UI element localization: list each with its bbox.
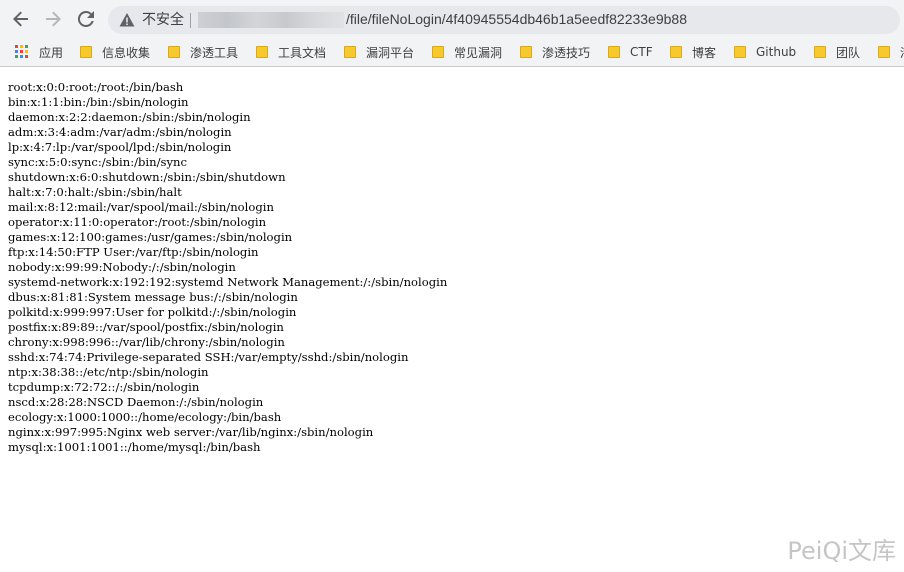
content-line: nginx:x:997:995:Nginx web server:/var/li…: [8, 425, 374, 439]
reload-button[interactable]: [75, 8, 97, 30]
bookmark-folder[interactable]: CTF: [608, 44, 653, 60]
folder-icon: [520, 46, 532, 58]
content-line: nscd:x:28:28:NSCD Daemon:/:/sbin/nologin: [8, 395, 264, 409]
url-host-redacted: [198, 12, 344, 28]
bookmark-label: Github: [756, 45, 797, 59]
folder-icon: [256, 46, 268, 58]
content-line: dbus:x:81:81:System message bus:/:/sbin/…: [8, 290, 298, 304]
folder-icon: [432, 46, 444, 58]
folder-icon: [878, 46, 890, 58]
content-line: lp:x:4:7:lp:/var/spool/lpd:/sbin/nologin: [8, 140, 232, 154]
content-line: mysql:x:1001:1001::/home/mysql:/bin/bash: [8, 440, 261, 454]
arrow-left-icon: [13, 11, 28, 27]
folder-icon: [814, 46, 826, 58]
bookmark-folder[interactable]: 常见漏洞: [432, 44, 502, 60]
content-line: ftp:x:14:50:FTP User:/var/ftp:/sbin/nolo…: [8, 245, 259, 259]
warning-triangle-icon: [119, 13, 135, 27]
content-line: sync:x:5:0:sync:/sbin:/bin/sync: [8, 155, 187, 169]
folder-icon: [168, 46, 180, 58]
bookmark-label: 信息收集: [102, 45, 151, 60]
bookmarks-bar: 应用 信息收集 渗透工具 工具文档 漏洞平台 常见漏洞 渗透技巧 CTF 博客 …: [0, 38, 904, 67]
bookmark-label: 渗透技巧: [542, 45, 591, 60]
bookmark-label: 应用: [39, 45, 64, 60]
content-line: systemd-network:x:192:192:systemd Networ…: [8, 275, 448, 289]
folder-icon: [80, 46, 92, 58]
content-line: shutdown:x:6:0:shutdown:/sbin:/sbin/shut…: [8, 170, 286, 184]
address-bar[interactable]: 不安全 /file/fileNoLogin/4f40945554db46b1a5…: [108, 6, 900, 34]
folder-icon: [734, 46, 746, 58]
folder-icon: [344, 46, 356, 58]
content-line: daemon:x:2:2:daemon:/sbin:/sbin/nologin: [8, 110, 251, 124]
bookmark-label: 博客: [692, 45, 717, 60]
watermark: PeiQi文库: [787, 537, 896, 565]
reload-icon: [78, 11, 94, 27]
content-line: nobody:x:99:99:Nobody:/:/sbin/nologin: [8, 260, 236, 274]
content-line: postfix:x:89:89::/var/spool/postfix:/sbi…: [8, 320, 284, 334]
url-path[interactable]: /file/fileNoLogin/4f40945554db46b1a5eedf…: [346, 10, 687, 29]
content-line: halt:x:7:0:halt:/sbin:/sbin/halt: [8, 185, 182, 199]
bookmark-label: 渗: [900, 44, 904, 61]
content-line: mail:x:8:12:mail:/var/spool/mail:/sbin/n…: [8, 200, 274, 214]
bookmark-label: 渗透工具: [190, 45, 239, 60]
bookmark-folder[interactable]: 团队: [814, 44, 860, 60]
apps-grid-icon: [15, 45, 29, 59]
bookmark-folder[interactable]: 漏洞平台: [344, 44, 414, 60]
back-button[interactable]: [10, 8, 32, 30]
content-line: operator:x:11:0:operator:/root:/sbin/nol…: [8, 215, 267, 229]
bookmark-label: CTF: [630, 45, 653, 59]
bookmark-label: 漏洞平台: [366, 45, 415, 60]
bookmark-folder[interactable]: 渗透技巧: [520, 44, 590, 60]
url-divider: [190, 13, 191, 28]
bookmark-folder[interactable]: 工具文档: [256, 44, 326, 60]
content-line: bin:x:1:1:bin:/bin:/sbin/nologin: [8, 95, 189, 109]
arrow-right-icon: [46, 11, 61, 27]
content-line: root:x:0:0:root:/root:/bin/bash: [8, 80, 184, 94]
folder-icon: [608, 46, 620, 58]
content-line: sshd:x:74:74:Privilege-separated SSH:/va…: [8, 350, 409, 364]
bookmark-folder[interactable]: Github: [734, 44, 796, 60]
content-line: tcpdump:x:72:72::/:/sbin/nologin: [8, 380, 200, 394]
content-line: adm:x:3:4:adm:/var/adm:/sbin/nologin: [8, 125, 232, 139]
content-line: ecology:x:1000:1000::/home/ecology:/bin/…: [8, 410, 282, 424]
bookmark-folder[interactable]: 渗: [878, 44, 904, 60]
bookmark-folder[interactable]: 信息收集: [80, 44, 150, 60]
bookmark-label: 工具文档: [278, 45, 327, 60]
bookmark-label: 团队: [836, 45, 861, 60]
bookmark-apps[interactable]: 应用: [15, 44, 63, 60]
bookmark-folder[interactable]: 博客: [670, 44, 716, 60]
folder-icon: [670, 46, 682, 58]
bookmark-folder[interactable]: 渗透工具: [168, 44, 238, 60]
bookmark-label: 常见漏洞: [454, 45, 503, 60]
content-line: polkitd:x:999:997:User for polkitd:/:/sb…: [8, 305, 297, 319]
security-status-label[interactable]: 不安全: [142, 11, 184, 29]
content-line: games:x:12:100:games:/usr/games:/sbin/no…: [8, 230, 293, 244]
content-line: chrony:x:998:996::/var/lib/chrony:/sbin/…: [8, 335, 285, 349]
file-content: root:x:0:0:root:/root:/bin/bash bin:x:1:…: [8, 80, 447, 455]
content-line: ntp:x:38:38::/etc/ntp:/sbin/nologin: [8, 365, 209, 379]
forward-button[interactable]: [42, 8, 64, 30]
browser-toolbar: 不安全 /file/fileNoLogin/4f40945554db46b1a5…: [0, 0, 904, 38]
